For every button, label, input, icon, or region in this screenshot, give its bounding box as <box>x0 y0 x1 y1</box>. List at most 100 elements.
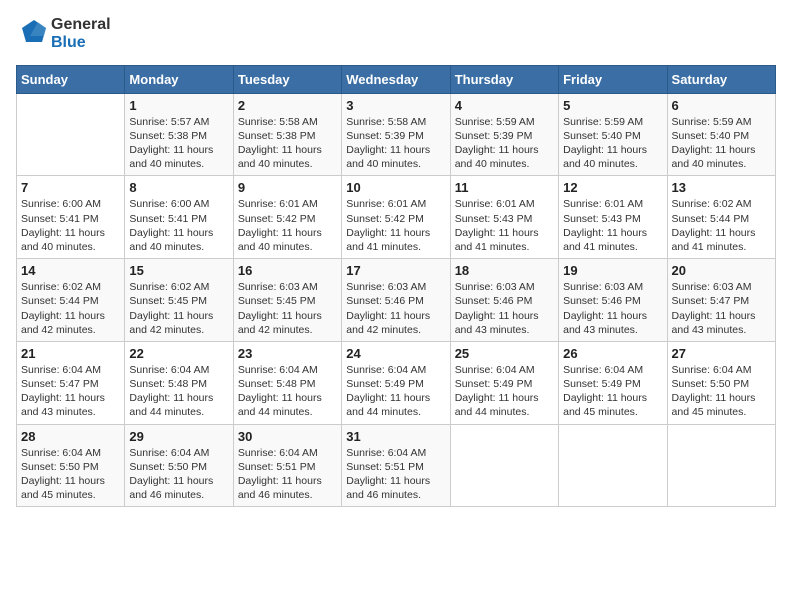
logo-general-text: General <box>51 16 111 34</box>
calendar-day-cell: 30 Sunrise: 6:04 AMSunset: 5:51 PMDayligh… <box>233 424 341 507</box>
day-info: Sunrise: 6:04 AMSunset: 5:51 PMDaylight:… <box>346 446 445 503</box>
day-info: Sunrise: 5:58 AMSunset: 5:39 PMDaylight:… <box>346 115 445 172</box>
page-header: General Blue <box>16 16 776 53</box>
day-number: 2 <box>238 98 337 113</box>
calendar-day-cell: 8 Sunrise: 6:00 AMSunset: 5:41 PMDaylight… <box>125 176 233 259</box>
weekday-header-cell: Saturday <box>667 65 775 93</box>
calendar-day-cell: 7 Sunrise: 6:00 AMSunset: 5:41 PMDaylight… <box>17 176 125 259</box>
day-info: Sunrise: 6:02 AMSunset: 5:44 PMDaylight:… <box>672 197 771 254</box>
day-number: 6 <box>672 98 771 113</box>
day-number: 31 <box>346 429 445 444</box>
calendar-day-cell: 27 Sunrise: 6:04 AMSunset: 5:50 PMDayligh… <box>667 341 775 424</box>
day-info: Sunrise: 6:04 AMSunset: 5:49 PMDaylight:… <box>346 363 445 420</box>
day-info: Sunrise: 6:03 AMSunset: 5:46 PMDaylight:… <box>346 280 445 337</box>
day-number: 15 <box>129 263 228 278</box>
day-number: 13 <box>672 180 771 195</box>
day-number: 23 <box>238 346 337 361</box>
day-number: 10 <box>346 180 445 195</box>
day-info: Sunrise: 6:01 AMSunset: 5:42 PMDaylight:… <box>238 197 337 254</box>
day-info: Sunrise: 6:04 AMSunset: 5:49 PMDaylight:… <box>563 363 662 420</box>
calendar-week-row: 28 Sunrise: 6:04 AMSunset: 5:50 PMDayligh… <box>17 424 776 507</box>
calendar-day-cell: 9 Sunrise: 6:01 AMSunset: 5:42 PMDaylight… <box>233 176 341 259</box>
day-number: 26 <box>563 346 662 361</box>
day-number: 3 <box>346 98 445 113</box>
day-info: Sunrise: 6:03 AMSunset: 5:47 PMDaylight:… <box>672 280 771 337</box>
day-info: Sunrise: 6:03 AMSunset: 5:46 PMDaylight:… <box>563 280 662 337</box>
calendar-day-cell: 4 Sunrise: 5:59 AMSunset: 5:39 PMDaylight… <box>450 93 558 176</box>
day-number: 5 <box>563 98 662 113</box>
weekday-header-cell: Monday <box>125 65 233 93</box>
calendar-day-cell: 16 Sunrise: 6:03 AMSunset: 5:45 PMDayligh… <box>233 259 341 342</box>
day-number: 21 <box>21 346 120 361</box>
day-info: Sunrise: 6:04 AMSunset: 5:50 PMDaylight:… <box>21 446 120 503</box>
day-info: Sunrise: 6:02 AMSunset: 5:45 PMDaylight:… <box>129 280 228 337</box>
day-number: 9 <box>238 180 337 195</box>
calendar-day-cell <box>17 93 125 176</box>
calendar-day-cell: 13 Sunrise: 6:02 AMSunset: 5:44 PMDayligh… <box>667 176 775 259</box>
day-info: Sunrise: 5:59 AMSunset: 5:40 PMDaylight:… <box>672 115 771 172</box>
calendar-day-cell: 2 Sunrise: 5:58 AMSunset: 5:38 PMDaylight… <box>233 93 341 176</box>
calendar-day-cell: 15 Sunrise: 6:02 AMSunset: 5:45 PMDayligh… <box>125 259 233 342</box>
calendar-day-cell: 28 Sunrise: 6:04 AMSunset: 5:50 PMDayligh… <box>17 424 125 507</box>
day-number: 19 <box>563 263 662 278</box>
day-info: Sunrise: 6:04 AMSunset: 5:49 PMDaylight:… <box>455 363 554 420</box>
calendar-week-row: 21Sunrise: 6:04 AMSunset: 5:47 PMDayligh… <box>17 341 776 424</box>
day-info: Sunrise: 6:04 AMSunset: 5:51 PMDaylight:… <box>238 446 337 503</box>
day-info: Sunrise: 5:58 AMSunset: 5:38 PMDaylight:… <box>238 115 337 172</box>
day-info: Sunrise: 5:59 AMSunset: 5:39 PMDaylight:… <box>455 115 554 172</box>
day-number: 1 <box>129 98 228 113</box>
calendar-day-cell: 29Sunrise: 6:04 AMSunset: 5:50 PMDayligh… <box>125 424 233 507</box>
calendar-day-cell <box>450 424 558 507</box>
logo-blue-text: Blue <box>51 34 111 52</box>
day-info: Sunrise: 6:03 AMSunset: 5:46 PMDaylight:… <box>455 280 554 337</box>
day-info: Sunrise: 6:01 AMSunset: 5:42 PMDaylight:… <box>346 197 445 254</box>
calendar-day-cell: 24Sunrise: 6:04 AMSunset: 5:49 PMDayligh… <box>342 341 450 424</box>
day-number: 12 <box>563 180 662 195</box>
calendar-day-cell: 21Sunrise: 6:04 AMSunset: 5:47 PMDayligh… <box>17 341 125 424</box>
day-number: 4 <box>455 98 554 113</box>
calendar-day-cell: 31 Sunrise: 6:04 AMSunset: 5:51 PMDayligh… <box>342 424 450 507</box>
calendar-day-cell <box>559 424 667 507</box>
day-number: 11 <box>455 180 554 195</box>
calendar-day-cell: 14 Sunrise: 6:02 AMSunset: 5:44 PMDayligh… <box>17 259 125 342</box>
day-info: Sunrise: 6:00 AMSunset: 5:41 PMDaylight:… <box>129 197 228 254</box>
calendar-week-row: 14 Sunrise: 6:02 AMSunset: 5:44 PMDayligh… <box>17 259 776 342</box>
calendar-table: SundayMondayTuesdayWednesdayThursdayFrid… <box>16 65 776 507</box>
day-info: Sunrise: 6:01 AMSunset: 5:43 PMDaylight:… <box>455 197 554 254</box>
weekday-header-cell: Sunday <box>17 65 125 93</box>
calendar-day-cell: 25 Sunrise: 6:04 AMSunset: 5:49 PMDayligh… <box>450 341 558 424</box>
day-number: 29 <box>129 429 228 444</box>
weekday-header-cell: Friday <box>559 65 667 93</box>
day-number: 7 <box>21 180 120 195</box>
day-number: 28 <box>21 429 120 444</box>
day-number: 8 <box>129 180 228 195</box>
calendar-day-cell: 22Sunrise: 6:04 AMSunset: 5:48 PMDayligh… <box>125 341 233 424</box>
day-number: 25 <box>455 346 554 361</box>
calendar-day-cell: 19 Sunrise: 6:03 AMSunset: 5:46 PMDayligh… <box>559 259 667 342</box>
calendar-body: 1Sunrise: 5:57 AMSunset: 5:38 PMDaylight… <box>17 93 776 506</box>
day-info: Sunrise: 6:04 AMSunset: 5:48 PMDaylight:… <box>238 363 337 420</box>
day-number: 20 <box>672 263 771 278</box>
day-number: 27 <box>672 346 771 361</box>
day-info: Sunrise: 5:59 AMSunset: 5:40 PMDaylight:… <box>563 115 662 172</box>
day-number: 17 <box>346 263 445 278</box>
day-info: Sunrise: 6:02 AMSunset: 5:44 PMDaylight:… <box>21 280 120 337</box>
calendar-day-cell: 3 Sunrise: 5:58 AMSunset: 5:39 PMDaylight… <box>342 93 450 176</box>
weekday-header-cell: Wednesday <box>342 65 450 93</box>
weekday-header-row: SundayMondayTuesdayWednesdayThursdayFrid… <box>17 65 776 93</box>
calendar-day-cell: 20 Sunrise: 6:03 AMSunset: 5:47 PMDayligh… <box>667 259 775 342</box>
day-info: Sunrise: 6:03 AMSunset: 5:45 PMDaylight:… <box>238 280 337 337</box>
day-info: Sunrise: 6:04 AMSunset: 5:50 PMDaylight:… <box>672 363 771 420</box>
calendar-day-cell <box>667 424 775 507</box>
logo-svg <box>16 18 48 50</box>
calendar-day-cell: 11 Sunrise: 6:01 AMSunset: 5:43 PMDayligh… <box>450 176 558 259</box>
day-number: 14 <box>21 263 120 278</box>
day-number: 16 <box>238 263 337 278</box>
day-number: 18 <box>455 263 554 278</box>
calendar-week-row: 7 Sunrise: 6:00 AMSunset: 5:41 PMDaylight… <box>17 176 776 259</box>
day-info: Sunrise: 6:00 AMSunset: 5:41 PMDaylight:… <box>21 197 120 254</box>
weekday-header-cell: Tuesday <box>233 65 341 93</box>
day-info: Sunrise: 6:04 AMSunset: 5:48 PMDaylight:… <box>129 363 228 420</box>
day-number: 30 <box>238 429 337 444</box>
logo: General Blue <box>16 16 111 53</box>
